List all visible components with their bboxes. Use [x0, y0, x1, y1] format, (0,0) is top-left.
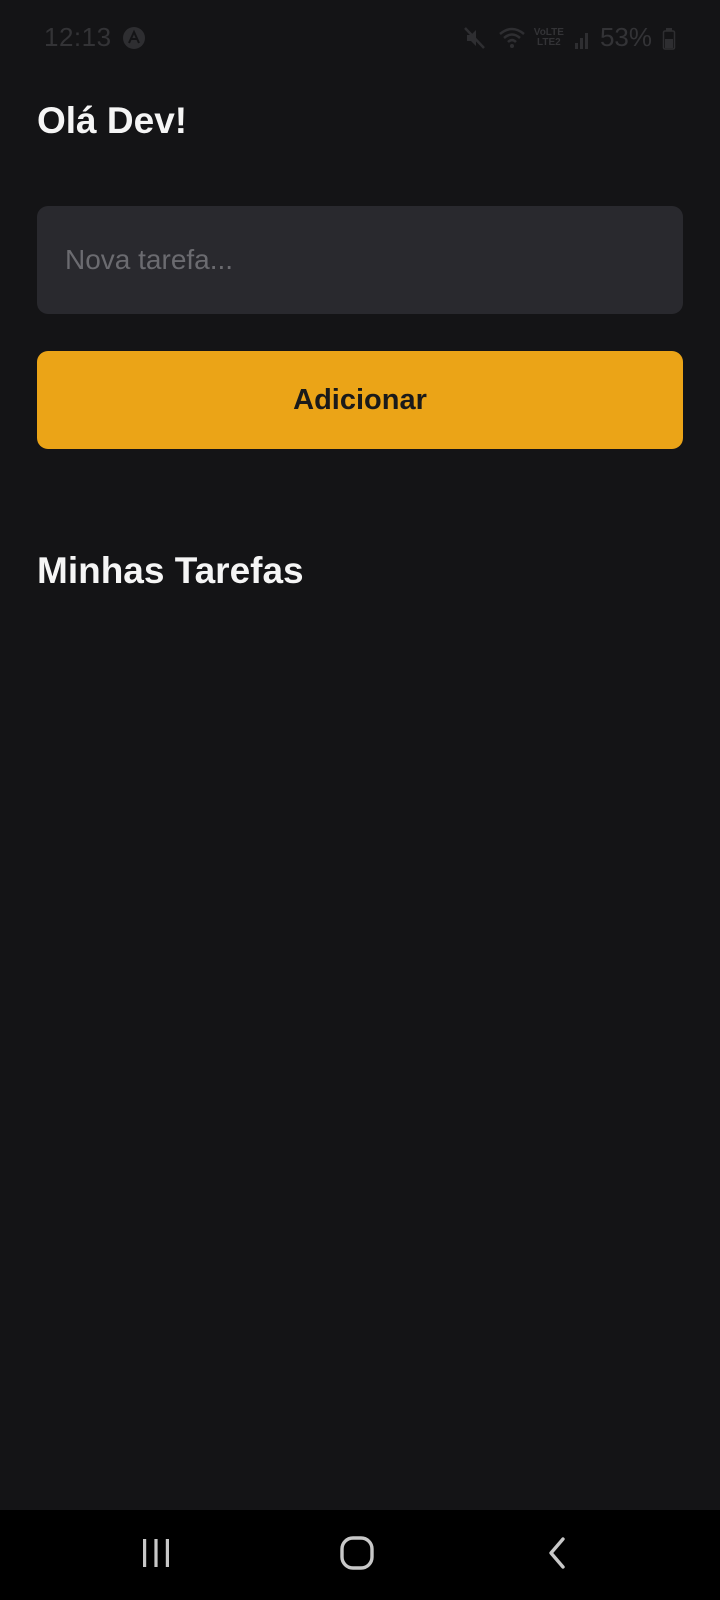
- home-icon: [338, 1534, 376, 1577]
- wifi-icon: [498, 25, 525, 51]
- navigation-bar: [0, 1510, 720, 1600]
- tasks-section-title: Minhas Tarefas: [37, 550, 304, 591]
- greeting-heading: Olá Dev!: [37, 100, 188, 141]
- back-icon: [541, 1536, 575, 1575]
- add-task-button[interactable]: Adicionar: [37, 351, 683, 449]
- volte-indicator: VoLTE LTE2: [534, 27, 564, 48]
- new-task-input[interactable]: [37, 206, 683, 314]
- home-button[interactable]: [327, 1530, 387, 1580]
- app-a-icon: [122, 26, 146, 50]
- status-right: VoLTE LTE2 53%: [462, 22, 676, 53]
- mute-icon: [462, 25, 488, 51]
- volte-bottom-label: LTE2: [537, 36, 561, 48]
- app-screen: 12:13 VoLTE LTE2 53% Olá Dev! Nova taref…: [0, 0, 720, 1600]
- status-left: 12:13: [44, 22, 146, 53]
- status-bar: 12:13 VoLTE LTE2 53%: [0, 0, 720, 76]
- battery-icon: [662, 25, 676, 51]
- back-button[interactable]: [528, 1530, 588, 1580]
- recents-icon: [139, 1536, 173, 1575]
- task-list: [37, 610, 683, 1490]
- signal-icon: [574, 25, 590, 51]
- status-time: 12:13: [44, 22, 112, 52]
- battery-percentage: 53%: [599, 22, 652, 52]
- recents-button[interactable]: [126, 1530, 186, 1580]
